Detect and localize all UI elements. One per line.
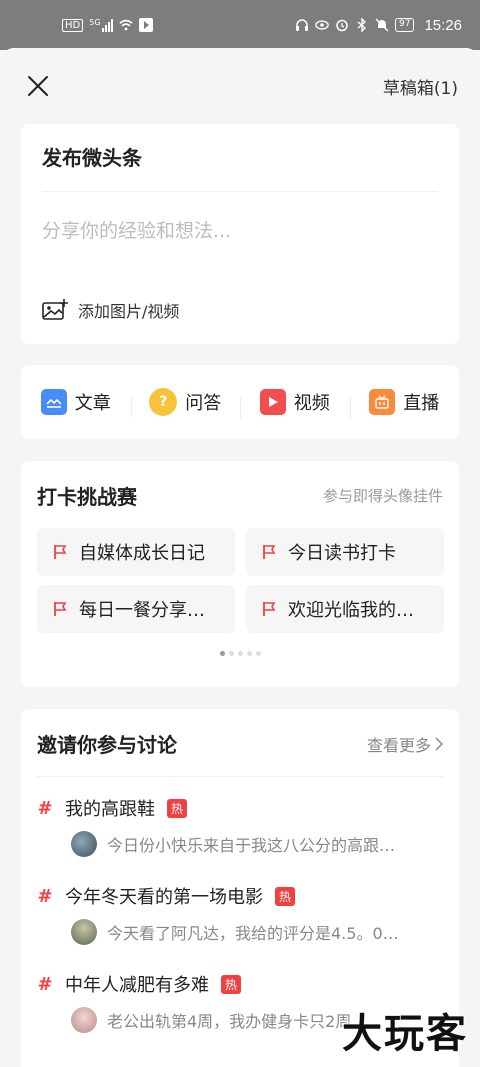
clock: 15:26 [424, 16, 462, 34]
challenge-item[interactable]: 今日读书打卡 [246, 528, 444, 576]
topic-item[interactable]: # 今年冬天看的第一场电影 热 今天看了阿凡达，我给的评分是4.5。0… [37, 883, 443, 945]
challenge-item-label: 欢迎光临我的… [288, 600, 414, 621]
page-dot [228, 651, 234, 656]
page-dot [246, 651, 252, 656]
page-indicator [37, 651, 443, 656]
image-add-icon [42, 299, 68, 320]
challenge-item-label: 每日一餐分享… [79, 600, 205, 621]
topic-item[interactable]: # 我的高跟鞋 热 今日份小快乐来自于我这八公分的高跟… [37, 795, 443, 857]
discussion-title: 邀请你参与讨论 [37, 733, 177, 757]
battery-icon: 97 [395, 18, 415, 32]
post-title: 发布微头条 [42, 142, 438, 192]
challenge-card: 打卡挑战赛 参与即得头像挂件 自媒体成长日记 今日读书打卡 每日一餐分享… 欢迎… [21, 461, 459, 687]
post-input[interactable]: 分享你的经验和想法... [42, 216, 438, 243]
challenge-header: 打卡挑战赛 参与即得头像挂件 [37, 481, 443, 510]
video-icon [259, 389, 286, 415]
challenge-item[interactable]: 每日一餐分享… [37, 585, 235, 633]
status-bar: HD 5G 97 15:26 [0, 0, 480, 50]
type-live[interactable]: 直播 [349, 389, 460, 419]
watermark: 大玩客 [342, 1011, 468, 1057]
flag-icon [263, 545, 276, 559]
add-media-button[interactable]: 添加图片/视频 [42, 298, 179, 322]
chevron-right-icon [435, 736, 443, 751]
wifi-icon [118, 18, 133, 32]
challenge-item-label: 今日读书打卡 [288, 543, 396, 564]
eye-icon [315, 18, 329, 32]
post-card: 发布微头条 分享你的经验和想法... 添加图片/视频 [21, 124, 459, 344]
alarm-icon [335, 18, 349, 32]
challenge-item-label: 自媒体成长日记 [79, 543, 205, 564]
add-media-label: 添加图片/视频 [78, 302, 180, 321]
close-button[interactable] [26, 74, 50, 98]
avatar [71, 831, 97, 857]
hashtag-icon: # [37, 797, 53, 819]
avatar [71, 919, 97, 945]
page-dot [237, 651, 243, 656]
challenge-title: 打卡挑战赛 [37, 485, 137, 509]
top-bar: 草稿箱(1) [0, 48, 480, 124]
type-article[interactable]: 文章 [21, 389, 131, 415]
hot-badge: 热 [221, 974, 242, 994]
qa-icon: ? [149, 388, 178, 416]
headphones-icon [295, 18, 309, 32]
see-more-label: 查看更多 [366, 735, 431, 755]
live-icon [369, 389, 396, 415]
topic-desc: 今天看了阿凡达，我给的评分是4.5。0… [107, 924, 399, 943]
challenge-grid: 自媒体成长日记 今日读书打卡 每日一餐分享… 欢迎光临我的… [37, 528, 444, 633]
topic-desc: 老公出轨第4周，我办健身卡只2周 [107, 1012, 352, 1031]
hot-badge: 热 [167, 798, 188, 818]
type-article-label: 文章 [74, 393, 111, 414]
app-notification-icon [138, 18, 153, 32]
challenge-item[interactable]: 自媒体成长日记 [37, 528, 235, 576]
topic-title: 我的高跟鞋 [65, 799, 155, 820]
hashtag-icon: # [37, 885, 53, 907]
hot-badge: 热 [275, 886, 296, 906]
type-live-label: 直播 [403, 393, 440, 414]
challenge-subtitle[interactable]: 参与即得头像挂件 [323, 485, 443, 506]
topic-desc: 今日份小快乐来自于我这八公分的高跟… [107, 836, 396, 855]
hd-indicator: HD [62, 18, 84, 32]
mute-icon [375, 18, 389, 32]
post-type-bar: 文章 ? 问答 视频 直播 [21, 365, 459, 439]
page-dot [219, 651, 225, 656]
avatar [71, 1007, 97, 1033]
article-icon [40, 389, 67, 415]
flag-icon [54, 545, 67, 559]
see-more-button[interactable]: 查看更多 [367, 732, 443, 756]
signal-label: 5G [89, 18, 101, 27]
flag-icon [54, 602, 67, 616]
bluetooth-icon [355, 18, 369, 32]
discussion-header: 邀请你参与讨论 查看更多 [37, 729, 443, 777]
type-video[interactable]: 视频 [240, 389, 350, 419]
challenge-item[interactable]: 欢迎光临我的… [246, 585, 444, 633]
type-qa[interactable]: ? 问答 [130, 388, 241, 418]
flag-icon [263, 602, 276, 616]
topic-title: 中年人减肥有多难 [65, 975, 209, 996]
type-qa-label: 问答 [185, 393, 222, 414]
type-video-label: 视频 [293, 393, 330, 414]
page-dot [255, 651, 261, 656]
hashtag-icon: # [37, 973, 53, 995]
signal-icon: 5G [89, 18, 113, 32]
publish-sheet: 草稿箱(1) 发布微头条 分享你的经验和想法... 添加图片/视频 文章 ? 问… [0, 48, 480, 1067]
drafts-button[interactable]: 草稿箱(1) [383, 74, 458, 99]
close-icon [28, 76, 48, 96]
topic-title: 今年冬天看的第一场电影 [65, 887, 263, 908]
